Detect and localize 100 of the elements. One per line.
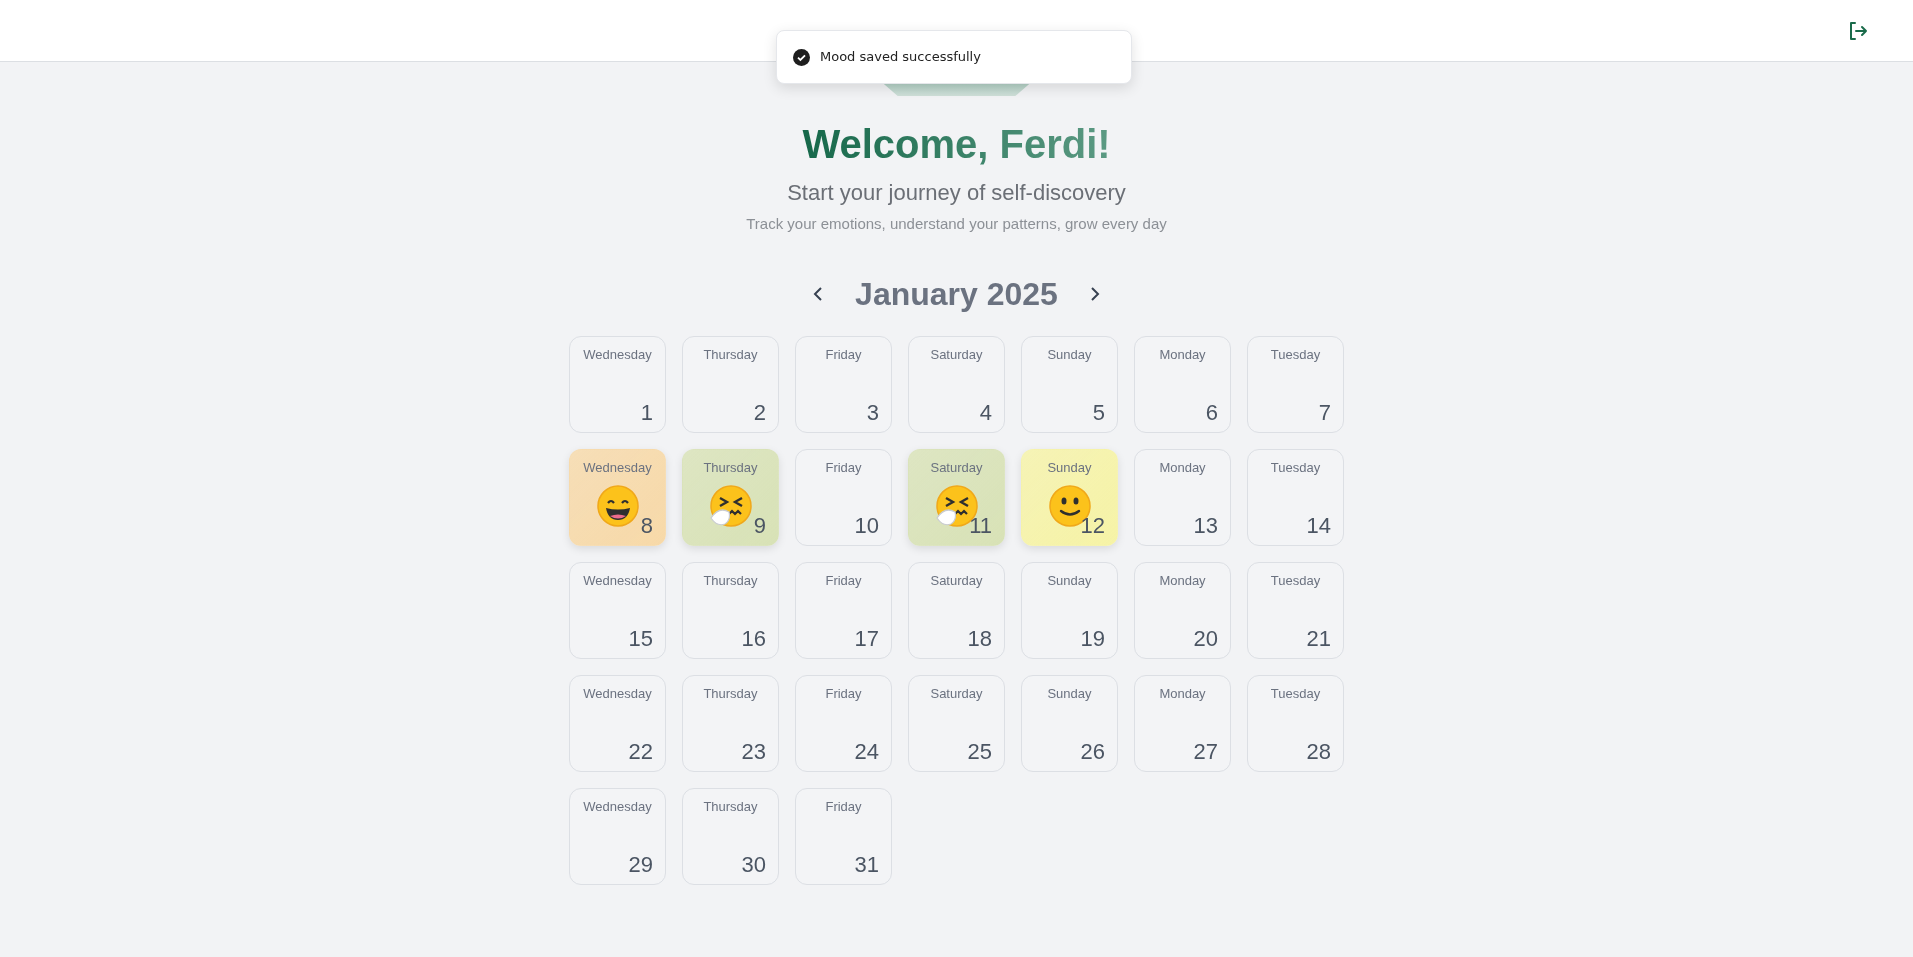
weekday-label: Saturday	[929, 458, 984, 477]
day-cell[interactable]: Wednesday 8	[569, 448, 666, 546]
weekday-label: Friday	[824, 458, 863, 477]
weekday-label: Monday	[1158, 684, 1207, 703]
tagline: Track your emotions, understand your patterns, grow every day	[745, 214, 1168, 234]
month-title: January 2025	[855, 274, 1058, 314]
day-number: 9	[753, 514, 766, 537]
day-cell[interactable]: Thursday 16	[682, 561, 779, 659]
weekday-label: Sunday	[1046, 458, 1093, 477]
weekday-label: Sunday	[1046, 345, 1093, 364]
day-cell[interactable]: Sunday 19	[1021, 561, 1118, 659]
day-number: 17	[854, 627, 879, 650]
toast-message: Mood saved successfully	[820, 48, 981, 67]
day-number: 5	[1092, 401, 1105, 424]
day-number: 25	[967, 740, 992, 763]
day-number: 11	[969, 514, 992, 537]
day-cell[interactable]: Wednesday 29	[569, 787, 666, 885]
day-number: 18	[967, 627, 992, 650]
weekday-label: Friday	[824, 571, 863, 590]
weekday-label: Tuesday	[1269, 345, 1322, 364]
day-cell[interactable]: Tuesday 21	[1247, 561, 1344, 659]
day-cell[interactable]: Sunday 5	[1021, 335, 1118, 433]
day-number: 21	[1306, 627, 1331, 650]
weekday-label: Monday	[1158, 458, 1207, 477]
weekday-label: Thursday	[702, 458, 759, 477]
day-number: 29	[628, 853, 653, 876]
weekday-label: Sunday	[1046, 684, 1093, 703]
weekday-label: Thursday	[702, 797, 759, 816]
weekday-label: Thursday	[702, 345, 759, 364]
day-number: 2	[753, 401, 766, 424]
day-number: 31	[854, 853, 879, 876]
day-number: 15	[628, 627, 653, 650]
weekday-label: Friday	[824, 797, 863, 816]
day-cell[interactable]: Monday 13	[1134, 448, 1231, 546]
day-cell[interactable]: Friday 31	[795, 787, 892, 885]
day-cell[interactable]: Saturday 11	[908, 448, 1005, 546]
weekday-label: Saturday	[929, 345, 984, 364]
day-number: 4	[979, 401, 992, 424]
weekday-label: Wednesday	[582, 797, 653, 816]
day-number: 3	[866, 401, 879, 424]
chevron-right-icon	[1089, 286, 1100, 303]
weekday-label: Thursday	[702, 684, 759, 703]
day-cell[interactable]: Monday 20	[1134, 561, 1231, 659]
weekday-label: Tuesday	[1269, 458, 1322, 477]
weekday-label: Saturday	[929, 684, 984, 703]
weekday-label: Wednesday	[582, 458, 653, 477]
weekday-label: Wednesday	[582, 684, 653, 703]
day-cell[interactable]: Friday 17	[795, 561, 892, 659]
weekday-label: Friday	[824, 684, 863, 703]
weekday-label: Monday	[1158, 345, 1207, 364]
day-number: 1	[640, 401, 653, 424]
day-cell[interactable]: Thursday 23	[682, 674, 779, 772]
day-cell[interactable]: Wednesday 22	[569, 674, 666, 772]
day-cell[interactable]: Tuesday 7	[1247, 335, 1344, 433]
day-number: 30	[741, 853, 766, 876]
day-cell[interactable]: Thursday 9	[682, 448, 779, 546]
day-cell[interactable]: Monday 6	[1134, 335, 1231, 433]
day-number: 8	[640, 514, 653, 537]
day-cell[interactable]: Thursday 30	[682, 787, 779, 885]
day-number: 19	[1080, 627, 1105, 650]
day-number: 13	[1193, 514, 1218, 537]
weekday-label: Tuesday	[1269, 684, 1322, 703]
day-cell[interactable]: Sunday 26	[1021, 674, 1118, 772]
day-number: 23	[741, 740, 766, 763]
weekday-label: Thursday	[702, 571, 759, 590]
day-cell[interactable]: Friday 3	[795, 335, 892, 433]
weekday-label: Sunday	[1046, 571, 1093, 590]
day-cell[interactable]: Friday 10	[795, 448, 892, 546]
day-cell[interactable]: Saturday 18	[908, 561, 1005, 659]
day-number: 14	[1306, 514, 1331, 537]
day-number: 6	[1205, 401, 1218, 424]
day-cell[interactable]: Tuesday 28	[1247, 674, 1344, 772]
day-cell[interactable]: Thursday 2	[682, 335, 779, 433]
weekday-label: Wednesday	[582, 571, 653, 590]
day-number: 24	[854, 740, 879, 763]
day-cell[interactable]: Tuesday 14	[1247, 448, 1344, 546]
day-number: 12	[1080, 514, 1105, 537]
day-cell[interactable]: Wednesday 1	[569, 335, 666, 433]
day-number: 22	[628, 740, 653, 763]
check-circle-icon	[793, 48, 810, 66]
weekday-label: Monday	[1158, 571, 1207, 590]
day-number: 28	[1306, 740, 1331, 763]
day-number: 10	[854, 514, 879, 537]
weekday-label: Wednesday	[582, 345, 653, 364]
day-number: 7	[1318, 401, 1331, 424]
day-cell[interactable]: Wednesday 15	[569, 561, 666, 659]
day-number: 16	[741, 627, 766, 650]
day-cell[interactable]: Monday 27	[1134, 674, 1231, 772]
day-cell[interactable]: Friday 24	[795, 674, 892, 772]
weekday-label: Tuesday	[1269, 571, 1322, 590]
subtitle: Start your journey of self-discovery	[786, 179, 1127, 207]
day-cell[interactable]: Saturday 25	[908, 674, 1005, 772]
day-cell[interactable]: Saturday 4	[908, 335, 1005, 433]
weekday-label: Friday	[824, 345, 863, 364]
weekday-label: Saturday	[929, 571, 984, 590]
day-number: 20	[1193, 627, 1218, 650]
day-number: 26	[1080, 740, 1105, 763]
chevron-left-icon	[813, 286, 824, 303]
day-number: 27	[1193, 740, 1218, 763]
day-cell[interactable]: Sunday 12	[1021, 448, 1118, 546]
